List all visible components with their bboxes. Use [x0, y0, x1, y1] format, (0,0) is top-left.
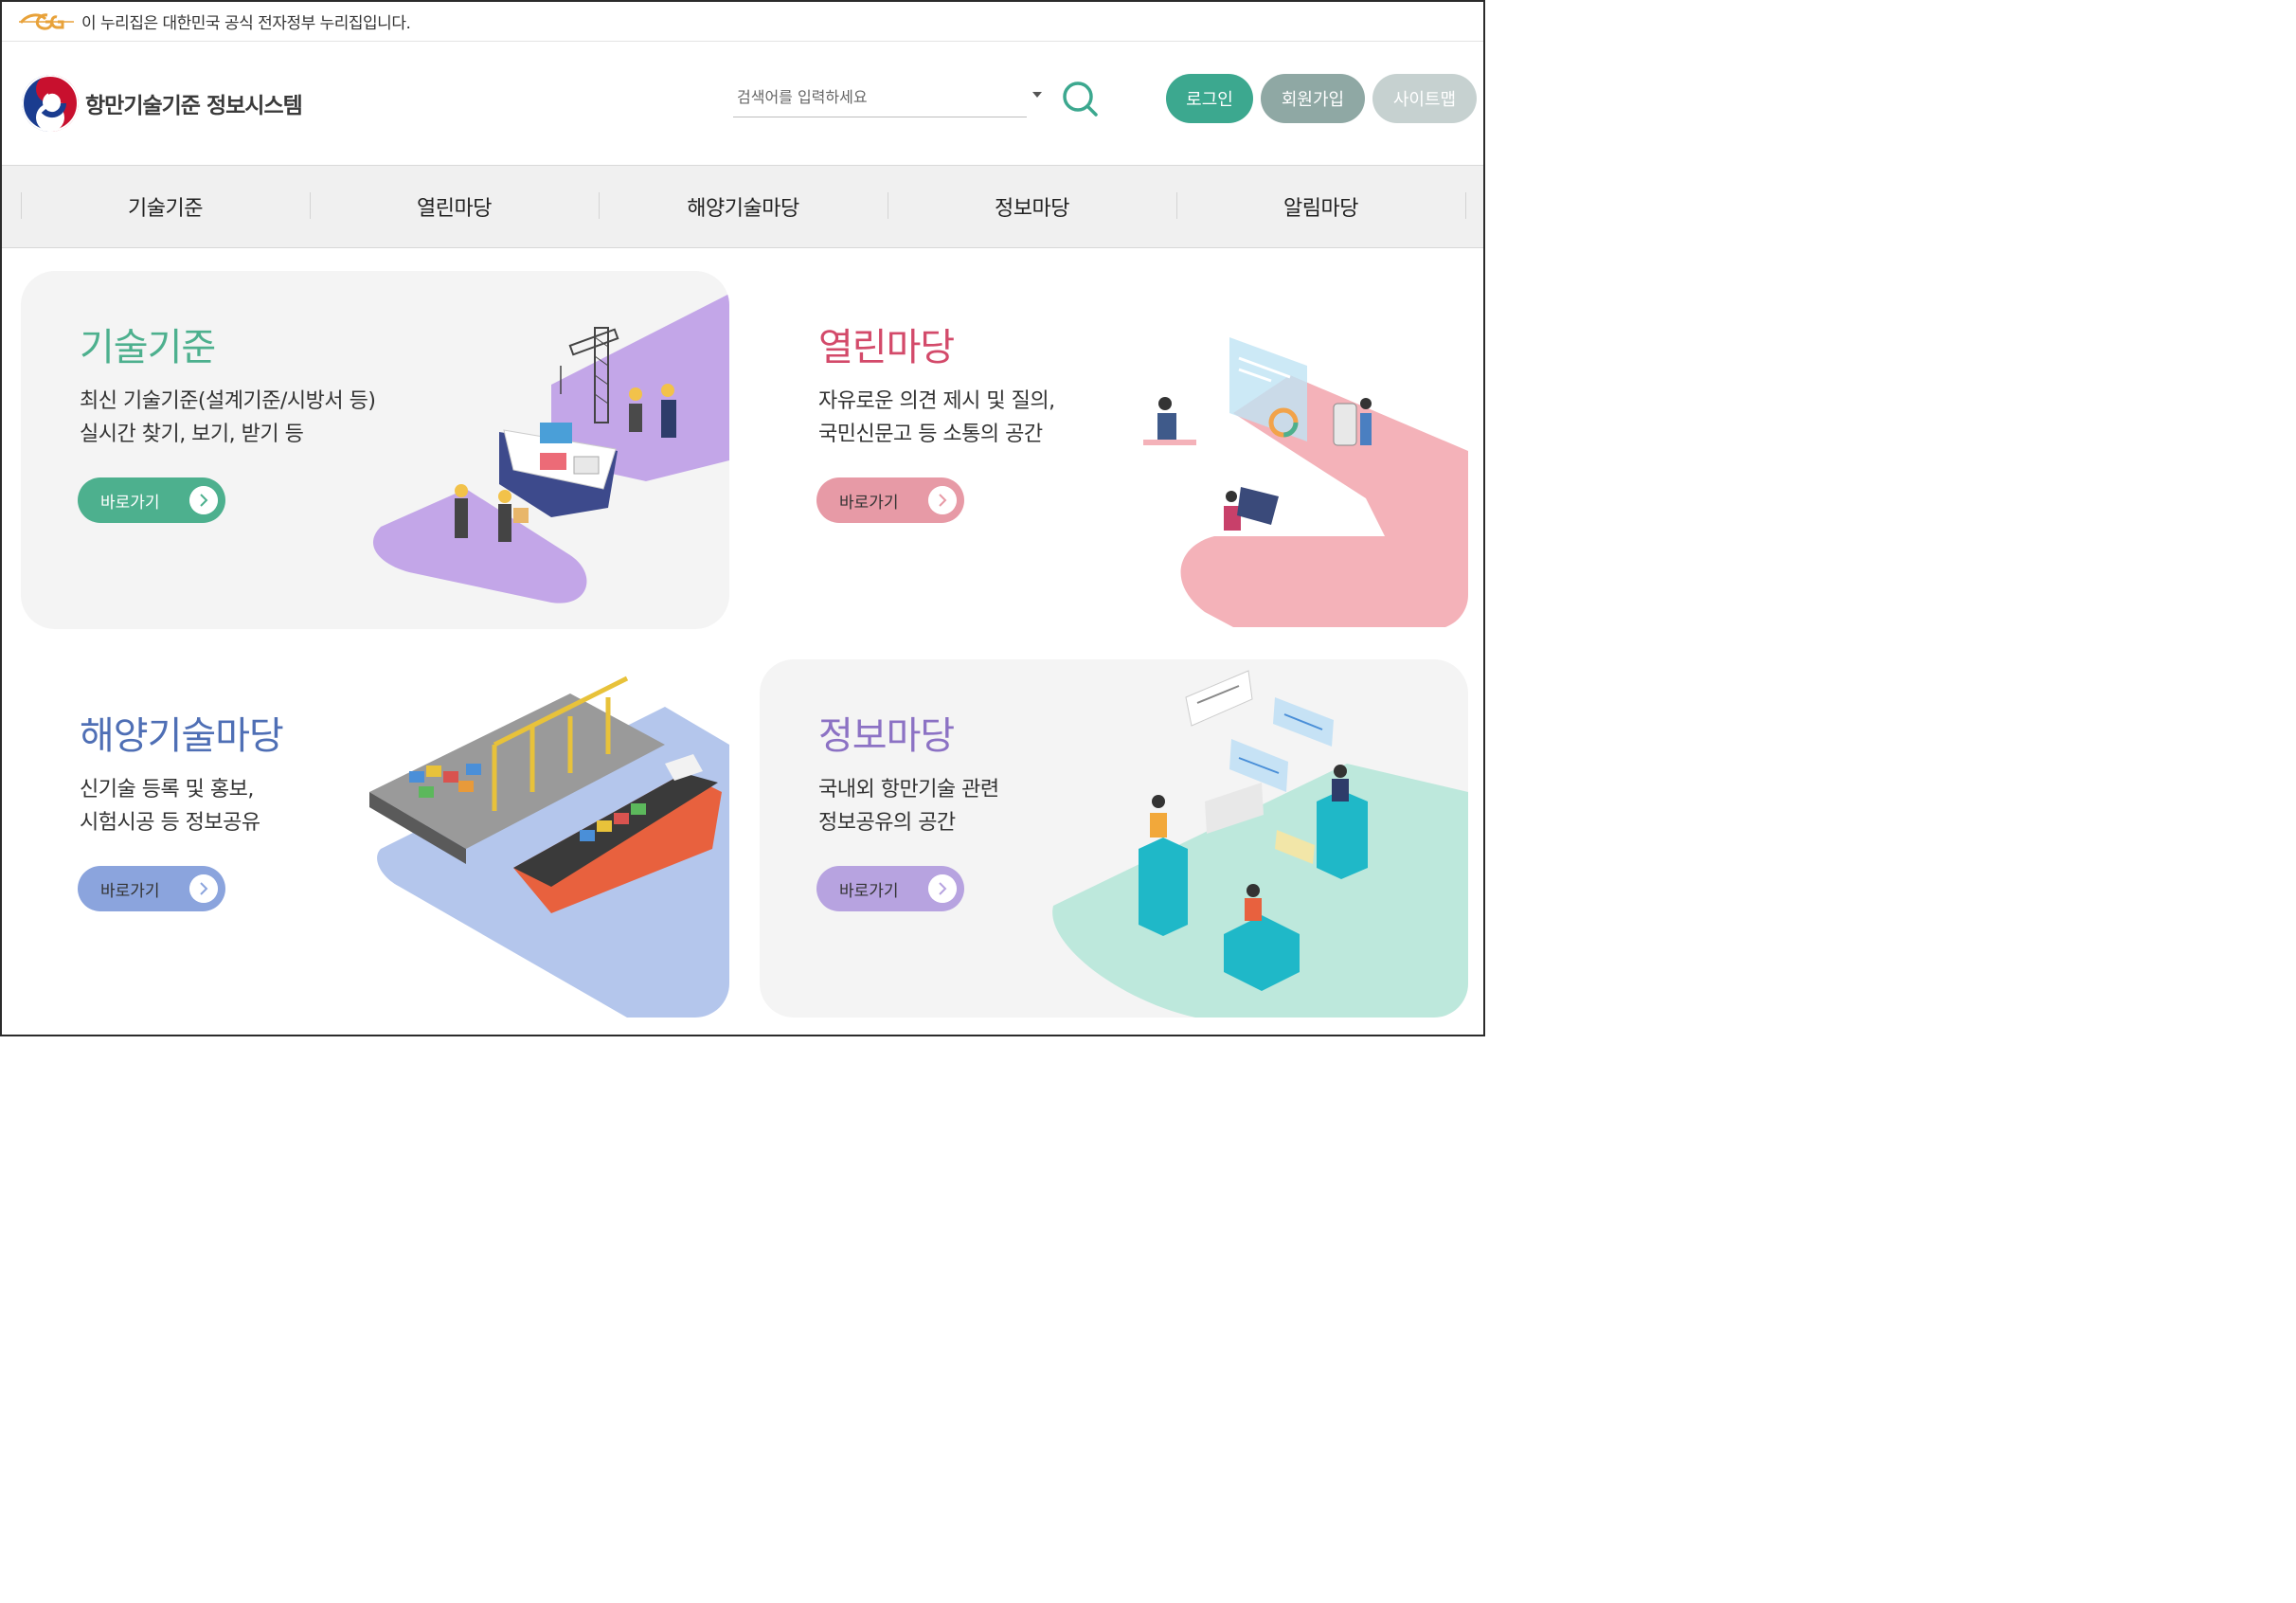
chevron-right-icon [189, 874, 218, 903]
shortcut-button-label: 바로가기 [100, 493, 160, 513]
page-frame: 이 누리집은 대한민국 공식 전자정부 누리집입니다. 항만기술기준 정보시스템… [0, 0, 1485, 1036]
chevron-right-icon [189, 486, 218, 514]
dashboard-screen-icon [1229, 337, 1307, 441]
card-description-line: 국민신문고 등 소통의 공간 [818, 423, 1043, 446]
card-title: 열린마당 [818, 326, 955, 369]
worker-icon [455, 384, 676, 542]
gov-banner-text: 이 누리집은 대한민국 공식 전자정부 누리집입니다. [81, 14, 411, 33]
nav-item-info-forum[interactable]: 정보마당 [888, 166, 1176, 247]
card-marine-tech: 해양기술마당 신기술 등록 및 홍보, 시험시공 등 정보공유 바로가기 [21, 659, 729, 1018]
search-input[interactable] [733, 81, 1017, 112]
join-button[interactable]: 회원가입 [1261, 74, 1365, 123]
chevron-right-icon [928, 874, 957, 903]
egov-logo-icon [19, 13, 74, 30]
search-type-dropdown-icon[interactable] [1032, 92, 1042, 98]
container-terminal-icon [369, 693, 665, 864]
card-description-line: 최신 기술기준(설계기준/시방서 등) [80, 389, 376, 413]
ship-icon [513, 754, 722, 913]
site-logo[interactable]: 항만기술기준 정보시스템 [21, 74, 303, 133]
card-description-line: 실시간 찾기, 보기, 받기 등 [80, 423, 304, 446]
login-button[interactable]: 로그인 [1166, 74, 1253, 123]
gantry-crane-icon [492, 675, 629, 811]
site-header: 항만기술기준 정보시스템 로그인 회원가입 사이트맵 [2, 42, 1483, 165]
ship-icon [499, 423, 618, 517]
nav-item-tech-standard[interactable]: 기술기준 [21, 166, 310, 247]
card-description-line: 시험시공 등 정보공유 [80, 811, 260, 835]
nav-divider [1465, 192, 1466, 219]
card-description: 국내외 항만기술 관련 정보공유의 공간 [818, 773, 999, 839]
shortcut-button[interactable]: 바로가기 [78, 477, 225, 523]
person-icon [1143, 397, 1372, 531]
card-description-line: 국내외 항만기술 관련 [818, 778, 999, 802]
chat-bubble-icon [1185, 670, 1334, 864]
main-nav: 기술기준 열린마당 해양기술마당 정보마당 알림마당 [2, 165, 1483, 248]
card-description-line: 자유로운 의견 제시 및 질의, [818, 389, 1055, 413]
nav-item-notice[interactable]: 알림마당 [1176, 166, 1465, 247]
card-description: 자유로운 의견 제시 및 질의, 국민신문고 등 소통의 공간 [818, 385, 1055, 451]
card-description: 최신 기술기준(설계기준/시방서 등) 실시간 찾기, 보기, 받기 등 [80, 385, 376, 451]
card-description: 신기술 등록 및 홍보, 시험시공 등 정보공유 [80, 773, 260, 839]
card-title: 기술기준 [80, 326, 216, 369]
card-description-line: 신기술 등록 및 홍보, [80, 778, 254, 802]
card-title: 정보마당 [818, 714, 955, 758]
card-tech-standard: 기술기준 최신 기술기준(설계기준/시방서 등) 실시간 찾기, 보기, 받기 … [21, 271, 729, 629]
shortcut-button-label: 바로가기 [100, 881, 160, 901]
shortcut-button[interactable]: 바로가기 [78, 866, 225, 911]
shortcut-button[interactable]: 바로가기 [816, 477, 964, 523]
card-description-line: 정보공유의 공간 [818, 811, 956, 835]
search-icon[interactable] [1061, 80, 1099, 117]
nav-item-marine-tech[interactable]: 해양기술마당 [599, 166, 888, 247]
taegeuk-emblem-icon [22, 75, 79, 132]
card-open-forum: 열린마당 자유로운 의견 제시 및 질의, 국민신문고 등 소통의 공간 바로가… [760, 271, 1468, 629]
shortcut-button-label: 바로가기 [839, 881, 899, 901]
card-title: 해양기술마당 [80, 714, 284, 758]
phone-icon [1333, 403, 1357, 446]
teal-block-icon [1139, 790, 1368, 991]
shortcut-button-label: 바로가기 [839, 493, 899, 513]
nav-item-open-forum[interactable]: 열린마당 [310, 166, 599, 247]
search-box [733, 78, 1027, 117]
person-icon [1150, 765, 1349, 921]
card-info-forum: 정보마당 국내외 항만기술 관련 정보공유의 공간 바로가기 [760, 659, 1468, 1018]
sitemap-button[interactable]: 사이트맵 [1372, 74, 1477, 123]
site-name: 항만기술기준 정보시스템 [85, 94, 303, 118]
gov-banner: 이 누리집은 대한민국 공식 전자정부 누리집입니다. [2, 2, 1483, 42]
chevron-right-icon [928, 486, 957, 514]
shortcut-button[interactable]: 바로가기 [816, 866, 964, 911]
crane-icon [560, 327, 619, 423]
